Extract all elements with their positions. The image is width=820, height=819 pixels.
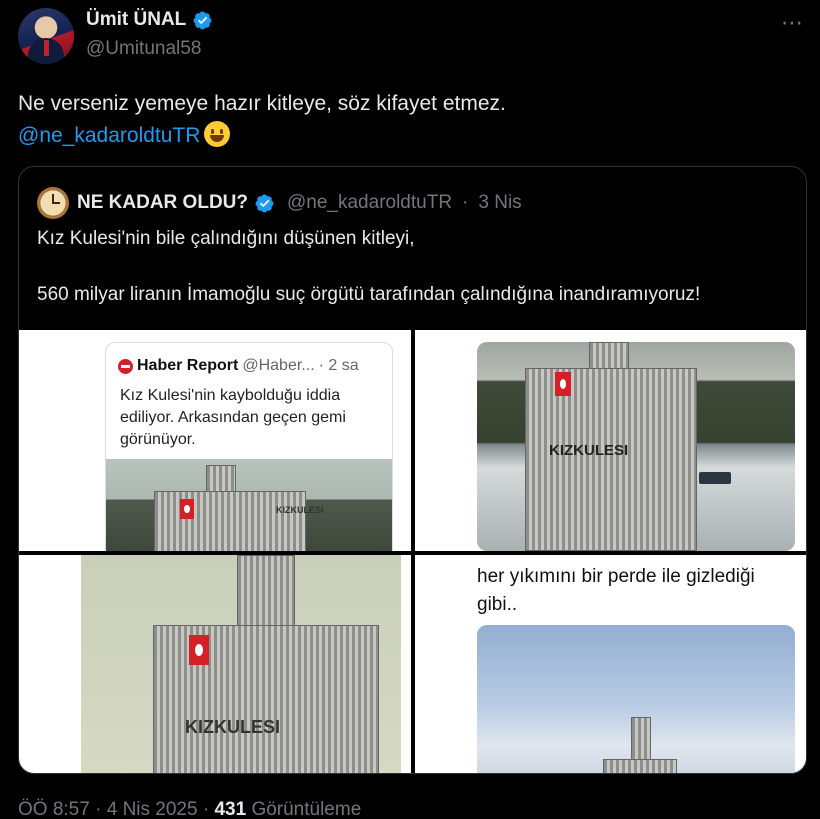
haber-report-logo-icon (118, 358, 133, 374)
quoted-author-handle[interactable]: @ne_kadaroldtuTR (287, 192, 452, 214)
screenshot-caption: her yıkımını bir perde ile gizlediği gib… (477, 566, 755, 615)
embedded-photo: KIZKULESI (106, 459, 392, 551)
author-display-name[interactable]: Ümit ÜNAL (86, 9, 186, 31)
scaffold-label: KIZKULESI (185, 717, 281, 737)
avatar-tie (44, 40, 49, 56)
tweet-text-line: Ne verseniz yemeye hazır kitleye, söz ki… (18, 92, 506, 115)
more-options-icon[interactable]: ⋯ (781, 10, 804, 36)
tower-closeup-photo: KIZKULESI (81, 555, 401, 773)
views-count: 431 (214, 799, 247, 819)
tower-top (631, 717, 651, 763)
quoted-author-display-name[interactable]: NE KADAR OLDU? (77, 192, 248, 214)
scaffold-label: KIZKULESI (549, 442, 629, 459)
author-handle[interactable]: @Umitunal58 (86, 38, 201, 60)
tweet-text: Ne verseniz yemeye hazır kitleye, söz ki… (18, 88, 798, 152)
turkish-flag (555, 372, 571, 396)
tweet: Ümit ÜNAL @Umitunal58 ⋯ Ne verseniz yeme… (0, 0, 820, 819)
grinning-face-emoji-icon (204, 121, 231, 147)
verified-badge-icon[interactable] (192, 10, 213, 31)
tower-scaffold (525, 368, 697, 551)
tower-scaffold (154, 491, 306, 551)
media-image-1[interactable]: Haber Report @Haber... · 2 sa Kız Kulesi… (19, 330, 411, 551)
turkish-flag (180, 499, 194, 519)
mention-link[interactable]: @ne_kadaroldtuTR (18, 124, 200, 147)
quoted-separator: · (462, 192, 469, 213)
tweet-text-mention-line: @ne_kadaroldtuTR (18, 120, 798, 152)
views-label: Görüntüleme (251, 799, 362, 819)
embedded-tweet-text: Kız Kulesi'nin kaybolduğu iddia ediliyor… (120, 387, 346, 448)
media-image-3[interactable]: KIZKULESI (19, 555, 411, 773)
tower-scaffold (603, 759, 677, 773)
embedded-author-handle: @Haber... (242, 357, 315, 374)
tweet-date[interactable]: 4 Nis 2025 (107, 799, 198, 819)
author-name-row: Ümit ÜNAL (86, 9, 213, 31)
footer-separator: · (202, 799, 210, 819)
media-image-2[interactable]: KIZKULESI (415, 330, 806, 551)
turkish-flag (189, 635, 209, 665)
quoted-text-line-1: Kız Kulesi'nin bile çalındığını düşünen … (37, 228, 415, 249)
media-image-4[interactable]: her yıkımını bir perde ile gizlediği gib… (415, 555, 806, 773)
author-avatar[interactable] (18, 8, 74, 64)
tweet-time[interactable]: ÖÖ 8:57 (18, 799, 90, 819)
embedded-date: · 2 sa (318, 357, 359, 374)
quoted-author-avatar-clock-icon[interactable] (37, 187, 69, 219)
quoted-tweet-card[interactable]: NE KADAR OLDU? @ne_kadaroldtuTR · 3 Nis … (18, 166, 807, 774)
media-grid: Haber Report @Haber... · 2 sa Kız Kulesi… (19, 330, 806, 773)
sky-photo (477, 625, 795, 773)
quoted-verified-badge-icon (255, 194, 274, 212)
ship (699, 472, 731, 484)
scaffold-label: KIZKULESI (276, 505, 324, 515)
quoted-tweet-header: NE KADAR OLDU? @ne_kadaroldtuTR · 3 Nis (37, 187, 522, 219)
embedded-tweet-screenshot: Haber Report @Haber... · 2 sa Kız Kulesi… (105, 342, 393, 551)
tower-scaffold (153, 625, 379, 773)
quoted-date[interactable]: 3 Nis (478, 192, 521, 214)
embedded-tweet-header: Haber Report @Haber... · 2 sa (118, 357, 359, 375)
tower-top (237, 555, 295, 627)
footer-separator: · (95, 799, 102, 819)
quoted-text-line-2: 560 milyar liranın İmamoğlu suç örgütü t… (37, 284, 701, 305)
tweet-footer: ÖÖ 8:57 · 4 Nis 2025 · 431 Görüntüleme (18, 799, 361, 819)
bosphorus-photo: KIZKULESI (477, 342, 795, 551)
embedded-author-name: Haber Report (137, 357, 239, 374)
